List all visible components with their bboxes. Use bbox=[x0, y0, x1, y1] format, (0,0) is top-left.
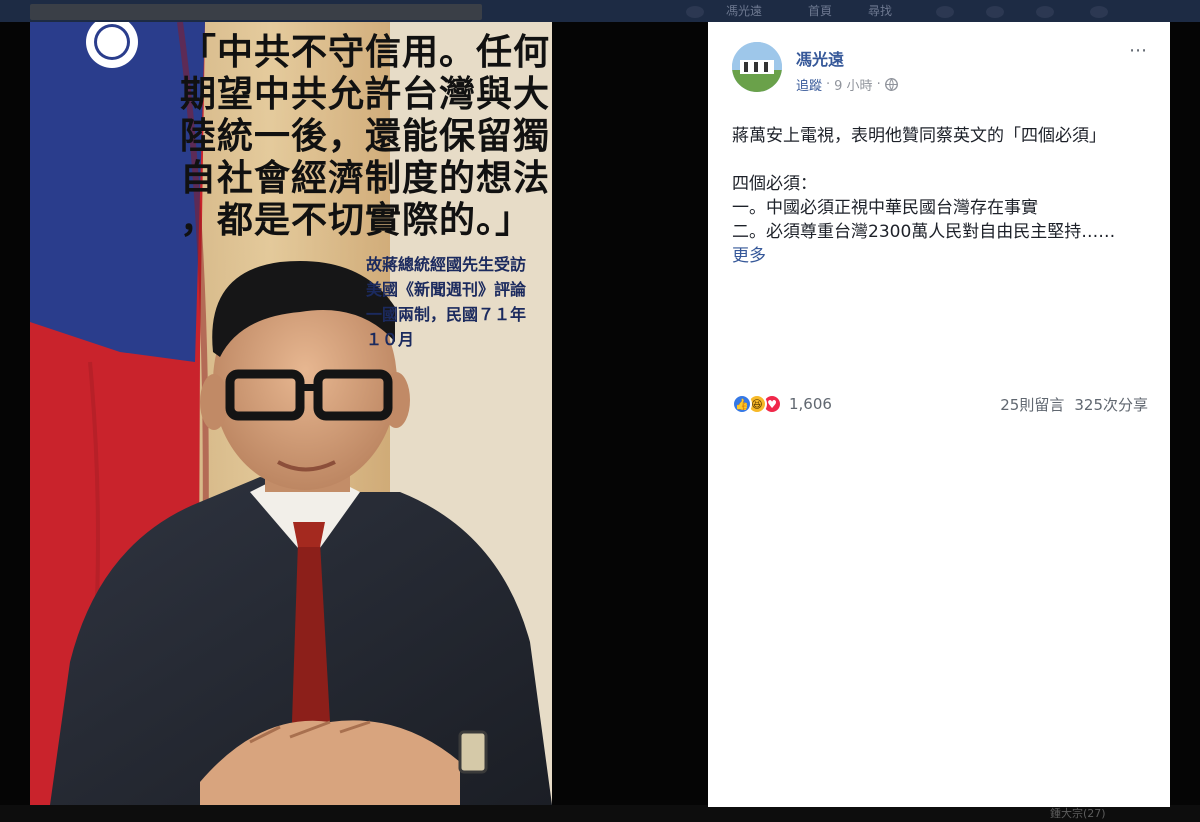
post-paragraph-4: 二。必須尊重台灣2300萬人民對自由民主堅持…… 更多 bbox=[732, 220, 1132, 268]
post-paragraph-4-text: 二。必須尊重台灣2300萬人民對自由民主堅持…… bbox=[732, 222, 1116, 242]
more-options-icon[interactable]: ⋯ bbox=[1129, 40, 1148, 61]
background-help-icon bbox=[1090, 6, 1108, 18]
background-messages-icon bbox=[986, 6, 1004, 18]
background-search-bar bbox=[30, 4, 482, 20]
meta-separator: · bbox=[826, 77, 831, 92]
post-paragraph-gap bbox=[732, 148, 1132, 172]
background-avatar-icon bbox=[686, 6, 704, 18]
background-friends-icon bbox=[936, 6, 954, 18]
comments-count-link[interactable]: 25則留言 bbox=[1000, 394, 1064, 415]
see-more-link[interactable]: 更多 bbox=[732, 246, 766, 266]
background-nav-profile: 馮光遠 bbox=[726, 4, 763, 18]
post-paragraph-2: 四個必須： bbox=[732, 174, 817, 194]
like-icon: 👍 bbox=[732, 394, 752, 414]
meta-separator-2: · bbox=[876, 77, 881, 92]
globe-icon bbox=[884, 78, 898, 91]
post-meta: 追蹤 · 9 小時 · bbox=[796, 75, 898, 94]
post-panel-lower-area bbox=[708, 427, 1170, 807]
background-nav-find: 尋找 bbox=[868, 4, 893, 18]
background-topbar: 馮光遠 首頁 尋找 bbox=[0, 0, 1200, 22]
post-detail-panel: 馮光遠 追蹤 · 9 小時 · ⋯ 蔣萬安上電視，表明他贊同蔡英文的「四個必須」… bbox=[708, 22, 1170, 427]
background-notifications-icon bbox=[1036, 6, 1054, 18]
post-paragraph-1: 蔣萬安上電視，表明他贊同蔡英文的「四個必須」 bbox=[732, 126, 1106, 146]
background-chat-contact: 鍾大宗(27) bbox=[1050, 807, 1106, 820]
photo-viewer: 馮光遠 首頁 尋找 鍾大宗(27) 「中共不守信用。任何 期望中共允許台灣與大 … bbox=[0, 0, 1200, 822]
author-name-link[interactable]: 馮光遠 bbox=[796, 46, 844, 70]
shares-count-link[interactable]: 325次分享 bbox=[1074, 394, 1148, 415]
reaction-count: 1,606 bbox=[789, 395, 832, 413]
engagement-counts: 25則留言 325次分享 bbox=[1000, 394, 1148, 415]
author-avatar[interactable] bbox=[732, 42, 782, 92]
background-bottom-strip bbox=[0, 805, 1200, 822]
reactions-summary[interactable]: 👍 😆 ♥ 1,606 bbox=[732, 394, 832, 414]
photo-caption-text: 故蔣總統經國先生受訪 美國《新聞週刊》評論 一國兩制，民國７１年 １０月 bbox=[366, 255, 527, 349]
photo-quote-text: 「中共不守信用。任何 期望中共允許台灣與大 陸統一後，還能保留獨 自社會經濟制度… bbox=[180, 32, 551, 241]
post-photo[interactable]: 「中共不守信用。任何 期望中共允許台灣與大 陸統一後，還能保留獨 自社會經濟制度… bbox=[30, 22, 552, 805]
post-body: 蔣萬安上電視，表明他贊同蔡英文的「四個必須」 四個必須： 一。中國必須正視中華民… bbox=[732, 124, 1132, 268]
post-timestamp[interactable]: 9 小時 bbox=[834, 75, 872, 94]
post-paragraph-3: 一。中國必須正視中華民國台灣存在事實 bbox=[732, 198, 1038, 218]
background-nav-home: 首頁 bbox=[808, 4, 833, 18]
follow-link[interactable]: 追蹤 bbox=[796, 75, 822, 94]
